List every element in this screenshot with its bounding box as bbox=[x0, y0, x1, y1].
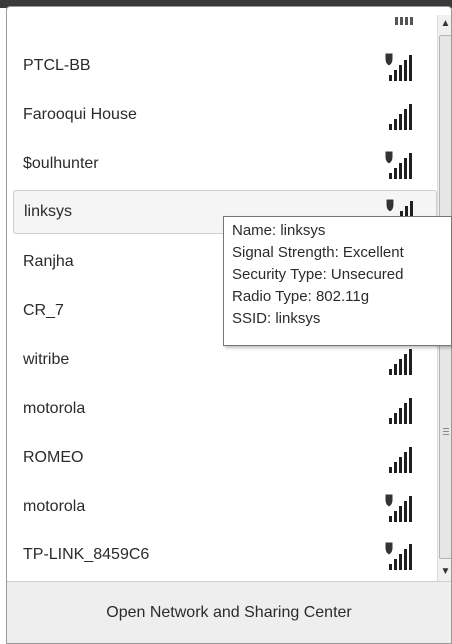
wifi-signal-icon bbox=[384, 52, 412, 81]
signal-bar bbox=[394, 168, 397, 179]
signal-bar bbox=[394, 119, 397, 130]
network-name: ROMEO bbox=[23, 449, 84, 466]
tooltip-ssid: SSID: linksys bbox=[232, 310, 321, 327]
tooltip-radio-type: Radio Type: 802.11g bbox=[232, 288, 370, 305]
signal-bar bbox=[404, 452, 407, 473]
signal-bar bbox=[399, 359, 402, 375]
network-row[interactable]: ROMEO bbox=[13, 437, 437, 481]
wifi-signal-icon bbox=[389, 104, 412, 130]
signal-bar bbox=[399, 457, 402, 473]
signal-bar bbox=[394, 70, 397, 81]
signal-bar bbox=[404, 501, 407, 522]
network-name: Farooqui House bbox=[23, 106, 137, 123]
signal-bar bbox=[389, 516, 392, 522]
wifi-signal-icon bbox=[389, 398, 412, 424]
network-row[interactable]: $oulhunter bbox=[13, 143, 437, 187]
signal-bar bbox=[399, 506, 402, 522]
signal-bar bbox=[394, 462, 397, 473]
network-name: Ranjha bbox=[23, 253, 74, 270]
signal-bar bbox=[399, 408, 402, 424]
signal-bar bbox=[394, 413, 397, 424]
wifi-signal-icon bbox=[389, 447, 412, 473]
open-network-sharing-center-link[interactable]: Open Network and Sharing Center bbox=[7, 604, 451, 622]
security-shield-icon bbox=[384, 541, 394, 556]
scroll-down-arrow-icon[interactable]: ▼ bbox=[438, 563, 451, 581]
signal-bar bbox=[394, 364, 397, 375]
security-shield-icon bbox=[384, 52, 394, 67]
tooltip-security-type: Security Type: Unsecured bbox=[232, 266, 404, 283]
panel-footer: Open Network and Sharing Center bbox=[7, 581, 451, 643]
network-row[interactable]: TP-LINK_8459C6 bbox=[13, 534, 437, 578]
network-name: TP-LINK_8459C6 bbox=[23, 546, 150, 563]
signal-bar bbox=[389, 369, 392, 375]
partial-signal-icon bbox=[395, 17, 413, 25]
signal-bar bbox=[404, 60, 407, 81]
signal-bar bbox=[409, 496, 412, 522]
signal-bar bbox=[394, 559, 397, 570]
network-row[interactable]: motorola bbox=[13, 486, 437, 530]
wifi-signal-icon bbox=[384, 150, 412, 179]
network-row[interactable]: Farooqui House bbox=[13, 94, 437, 138]
signal-bar bbox=[399, 114, 402, 130]
signal-bar bbox=[409, 398, 412, 424]
signal-bar bbox=[389, 75, 392, 81]
security-shield-icon bbox=[384, 150, 394, 165]
signal-bar bbox=[404, 109, 407, 130]
network-name: linksys bbox=[24, 203, 73, 220]
wifi-signal-icon bbox=[384, 493, 412, 522]
network-name: $oulhunter bbox=[23, 155, 99, 172]
signal-bar bbox=[409, 153, 412, 179]
signal-bar bbox=[404, 403, 407, 424]
network-row[interactable]: motorola bbox=[13, 388, 437, 432]
tooltip-name: Name: linksys bbox=[232, 222, 326, 239]
network-row[interactable]: PTCL-BB bbox=[13, 45, 437, 89]
security-shield-icon bbox=[384, 493, 394, 508]
scroll-up-arrow-icon[interactable]: ▲ bbox=[438, 15, 451, 33]
signal-bar bbox=[389, 467, 392, 473]
network-name: motorola bbox=[23, 400, 86, 417]
network-name: PTCL-BB bbox=[23, 57, 91, 74]
signal-bar bbox=[404, 158, 407, 179]
signal-bar bbox=[409, 447, 412, 473]
signal-bar bbox=[409, 55, 412, 81]
security-shield-icon bbox=[385, 198, 395, 213]
thumb-grip bbox=[443, 428, 449, 429]
signal-bar bbox=[399, 554, 402, 570]
wifi-signal-icon bbox=[389, 349, 412, 375]
signal-bar bbox=[394, 511, 397, 522]
network-name: witribe bbox=[23, 351, 70, 368]
network-name: CR_7 bbox=[23, 302, 64, 319]
signal-bar bbox=[409, 104, 412, 130]
signal-bar bbox=[389, 564, 392, 570]
signal-bar bbox=[409, 544, 412, 570]
network-details-tooltip: Name: linksys Signal Strength: Excellent… bbox=[223, 216, 452, 346]
tooltip-signal-strength: Signal Strength: Excellent bbox=[232, 244, 404, 261]
signal-bar bbox=[404, 549, 407, 570]
signal-bar bbox=[389, 418, 392, 424]
wifi-signal-icon bbox=[384, 541, 412, 570]
signal-bar bbox=[404, 354, 407, 375]
signal-bar bbox=[399, 163, 402, 179]
signal-bar bbox=[399, 65, 402, 81]
network-name: motorola bbox=[23, 498, 86, 515]
thumb-grip bbox=[443, 431, 449, 432]
signal-bar bbox=[389, 124, 392, 130]
signal-bar bbox=[409, 349, 412, 375]
thumb-grip bbox=[443, 434, 449, 435]
signal-bar bbox=[389, 173, 392, 179]
